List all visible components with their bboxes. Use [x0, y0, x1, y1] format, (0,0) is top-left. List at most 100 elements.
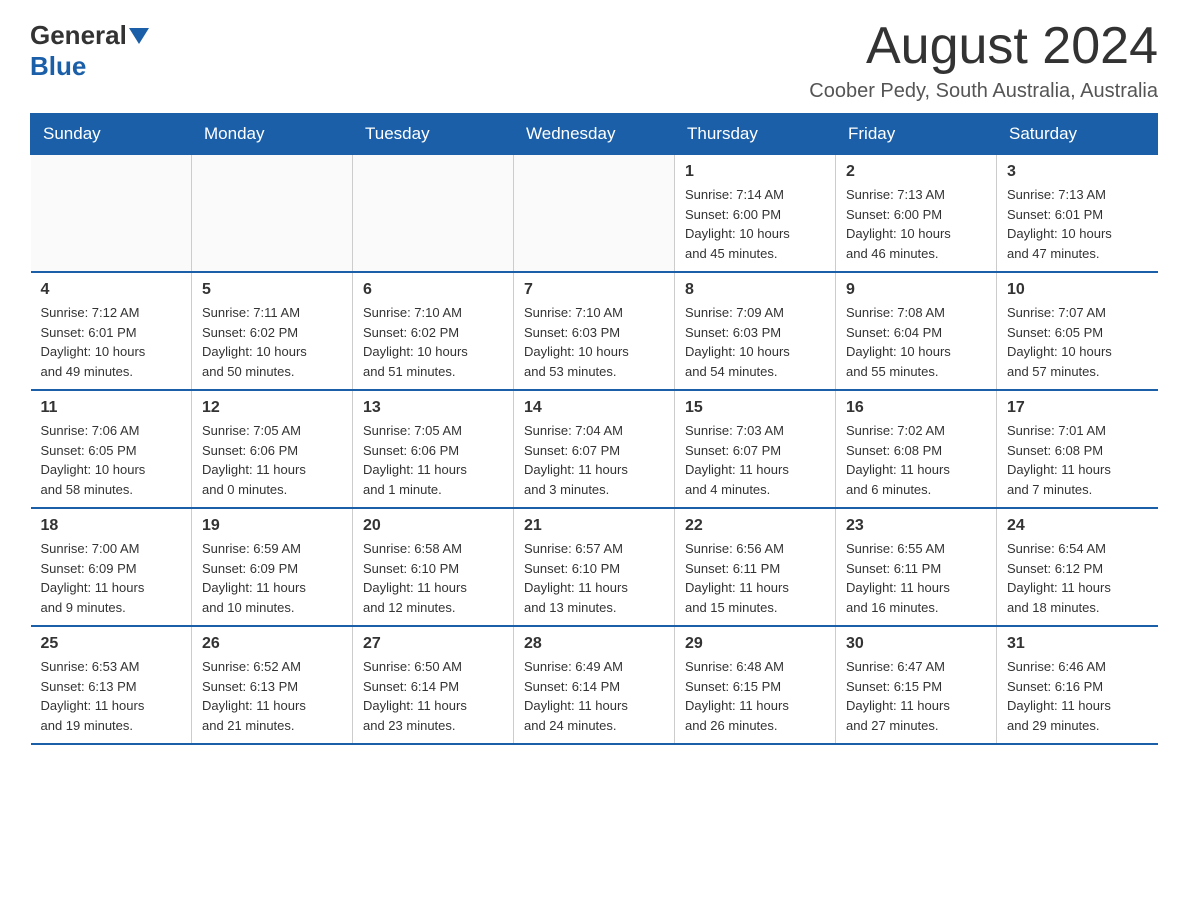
calendar-cell: 17 Sunrise: 7:01 AMSunset: 6:08 PMDayligh…	[997, 390, 1158, 508]
calendar-cell: 16 Sunrise: 7:02 AMSunset: 6:08 PMDayligh…	[836, 390, 997, 508]
calendar-cell	[31, 155, 192, 273]
day-header-saturday: Saturday	[997, 114, 1158, 155]
day-number: 23	[846, 517, 986, 535]
day-number: 29	[685, 635, 825, 653]
calendar-cell: 7 Sunrise: 7:10 AMSunset: 6:03 PMDaylight…	[514, 272, 675, 390]
day-info: Sunrise: 6:49 AMSunset: 6:14 PMDaylight:…	[524, 657, 664, 735]
day-number: 17	[1007, 399, 1148, 417]
calendar-cell	[353, 155, 514, 273]
day-number: 3	[1007, 163, 1148, 181]
title-area: August 2024 Coober Pedy, South Australia…	[809, 20, 1158, 103]
calendar-cell	[514, 155, 675, 273]
day-number: 21	[524, 517, 664, 535]
day-header-wednesday: Wednesday	[514, 114, 675, 155]
calendar-cell: 19 Sunrise: 6:59 AMSunset: 6:09 PMDayligh…	[192, 508, 353, 626]
day-number: 13	[363, 399, 503, 417]
location-subtitle: Coober Pedy, South Australia, Australia	[809, 80, 1158, 103]
week-row-5: 25 Sunrise: 6:53 AMSunset: 6:13 PMDayligh…	[31, 626, 1158, 744]
day-number: 1	[685, 163, 825, 181]
day-info: Sunrise: 7:03 AMSunset: 6:07 PMDaylight:…	[685, 421, 825, 499]
calendar-cell: 13 Sunrise: 7:05 AMSunset: 6:06 PMDayligh…	[353, 390, 514, 508]
day-number: 12	[202, 399, 342, 417]
day-info: Sunrise: 7:05 AMSunset: 6:06 PMDaylight:…	[202, 421, 342, 499]
day-info: Sunrise: 7:14 AMSunset: 6:00 PMDaylight:…	[685, 185, 825, 263]
day-info: Sunrise: 7:11 AMSunset: 6:02 PMDaylight:…	[202, 303, 342, 381]
calendar-header: SundayMondayTuesdayWednesdayThursdayFrid…	[31, 114, 1158, 155]
day-info: Sunrise: 7:01 AMSunset: 6:08 PMDaylight:…	[1007, 421, 1148, 499]
day-number: 4	[41, 281, 182, 299]
week-row-1: 1 Sunrise: 7:14 AMSunset: 6:00 PMDaylight…	[31, 155, 1158, 273]
day-info: Sunrise: 7:10 AMSunset: 6:02 PMDaylight:…	[363, 303, 503, 381]
calendar-cell: 28 Sunrise: 6:49 AMSunset: 6:14 PMDayligh…	[514, 626, 675, 744]
day-number: 7	[524, 281, 664, 299]
calendar-cell: 20 Sunrise: 6:58 AMSunset: 6:10 PMDayligh…	[353, 508, 514, 626]
calendar-cell: 5 Sunrise: 7:11 AMSunset: 6:02 PMDaylight…	[192, 272, 353, 390]
day-info: Sunrise: 7:10 AMSunset: 6:03 PMDaylight:…	[524, 303, 664, 381]
calendar-cell: 8Sunrise: 7:09 AMSunset: 6:03 PMDaylight…	[675, 272, 836, 390]
calendar-cell: 22 Sunrise: 6:56 AMSunset: 6:11 PMDayligh…	[675, 508, 836, 626]
day-number: 10	[1007, 281, 1148, 299]
day-number: 27	[363, 635, 503, 653]
calendar-cell: 10 Sunrise: 7:07 AMSunset: 6:05 PMDayligh…	[997, 272, 1158, 390]
calendar-cell: 15Sunrise: 7:03 AMSunset: 6:07 PMDayligh…	[675, 390, 836, 508]
day-number: 18	[41, 517, 182, 535]
calendar-cell: 23 Sunrise: 6:55 AMSunset: 6:11 PMDayligh…	[836, 508, 997, 626]
day-number: 11	[41, 399, 182, 417]
calendar-cell: 30Sunrise: 6:47 AMSunset: 6:15 PMDayligh…	[836, 626, 997, 744]
calendar-cell: 14 Sunrise: 7:04 AMSunset: 6:07 PMDayligh…	[514, 390, 675, 508]
day-header-friday: Friday	[836, 114, 997, 155]
day-number: 22	[685, 517, 825, 535]
calendar-body: 1 Sunrise: 7:14 AMSunset: 6:00 PMDaylight…	[31, 155, 1158, 745]
day-info: Sunrise: 6:55 AMSunset: 6:11 PMDaylight:…	[846, 539, 986, 617]
day-info: Sunrise: 7:13 AMSunset: 6:00 PMDaylight:…	[846, 185, 986, 263]
day-info: Sunrise: 6:52 AMSunset: 6:13 PMDaylight:…	[202, 657, 342, 735]
day-info: Sunrise: 6:59 AMSunset: 6:09 PMDaylight:…	[202, 539, 342, 617]
logo-blue-text: Blue	[30, 51, 86, 81]
calendar-cell: 29 Sunrise: 6:48 AMSunset: 6:15 PMDayligh…	[675, 626, 836, 744]
day-number: 19	[202, 517, 342, 535]
calendar-cell: 25 Sunrise: 6:53 AMSunset: 6:13 PMDayligh…	[31, 626, 192, 744]
calendar-cell: 27 Sunrise: 6:50 AMSunset: 6:14 PMDayligh…	[353, 626, 514, 744]
day-info: Sunrise: 7:06 AMSunset: 6:05 PMDaylight:…	[41, 421, 182, 499]
page-header: General Blue August 2024 Coober Pedy, So…	[30, 20, 1158, 103]
day-info: Sunrise: 6:56 AMSunset: 6:11 PMDaylight:…	[685, 539, 825, 617]
day-info: Sunrise: 7:13 AMSunset: 6:01 PMDaylight:…	[1007, 185, 1148, 263]
day-number: 28	[524, 635, 664, 653]
day-number: 14	[524, 399, 664, 417]
day-number: 25	[41, 635, 182, 653]
day-info: Sunrise: 7:04 AMSunset: 6:07 PMDaylight:…	[524, 421, 664, 499]
logo-triangle-icon	[129, 28, 149, 44]
day-info: Sunrise: 7:05 AMSunset: 6:06 PMDaylight:…	[363, 421, 503, 499]
calendar-cell: 3 Sunrise: 7:13 AMSunset: 6:01 PMDaylight…	[997, 155, 1158, 273]
day-number: 2	[846, 163, 986, 181]
day-number: 6	[363, 281, 503, 299]
day-number: 30	[846, 635, 986, 653]
day-info: Sunrise: 7:02 AMSunset: 6:08 PMDaylight:…	[846, 421, 986, 499]
calendar-cell: 6 Sunrise: 7:10 AMSunset: 6:02 PMDaylight…	[353, 272, 514, 390]
day-number: 20	[363, 517, 503, 535]
day-info: Sunrise: 6:54 AMSunset: 6:12 PMDaylight:…	[1007, 539, 1148, 617]
day-number: 31	[1007, 635, 1148, 653]
day-header-thursday: Thursday	[675, 114, 836, 155]
day-number: 26	[202, 635, 342, 653]
day-info: Sunrise: 6:50 AMSunset: 6:14 PMDaylight:…	[363, 657, 503, 735]
calendar-cell: 12 Sunrise: 7:05 AMSunset: 6:06 PMDayligh…	[192, 390, 353, 508]
calendar-cell: 24 Sunrise: 6:54 AMSunset: 6:12 PMDayligh…	[997, 508, 1158, 626]
day-info: Sunrise: 6:48 AMSunset: 6:15 PMDaylight:…	[685, 657, 825, 735]
day-info: Sunrise: 7:07 AMSunset: 6:05 PMDaylight:…	[1007, 303, 1148, 381]
day-info: Sunrise: 6:53 AMSunset: 6:13 PMDaylight:…	[41, 657, 182, 735]
calendar-cell: 21 Sunrise: 6:57 AMSunset: 6:10 PMDayligh…	[514, 508, 675, 626]
day-number: 5	[202, 281, 342, 299]
day-number: 16	[846, 399, 986, 417]
day-info: Sunrise: 7:12 AMSunset: 6:01 PMDaylight:…	[41, 303, 182, 381]
calendar-cell: 11 Sunrise: 7:06 AMSunset: 6:05 PMDayligh…	[31, 390, 192, 508]
week-row-2: 4 Sunrise: 7:12 AMSunset: 6:01 PMDaylight…	[31, 272, 1158, 390]
day-header-tuesday: Tuesday	[353, 114, 514, 155]
days-of-week-row: SundayMondayTuesdayWednesdayThursdayFrid…	[31, 114, 1158, 155]
day-info: Sunrise: 6:58 AMSunset: 6:10 PMDaylight:…	[363, 539, 503, 617]
day-info: Sunrise: 7:08 AMSunset: 6:04 PMDaylight:…	[846, 303, 986, 381]
calendar-cell: 2 Sunrise: 7:13 AMSunset: 6:00 PMDaylight…	[836, 155, 997, 273]
day-info: Sunrise: 6:57 AMSunset: 6:10 PMDaylight:…	[524, 539, 664, 617]
day-number: 24	[1007, 517, 1148, 535]
month-title: August 2024	[809, 20, 1158, 72]
